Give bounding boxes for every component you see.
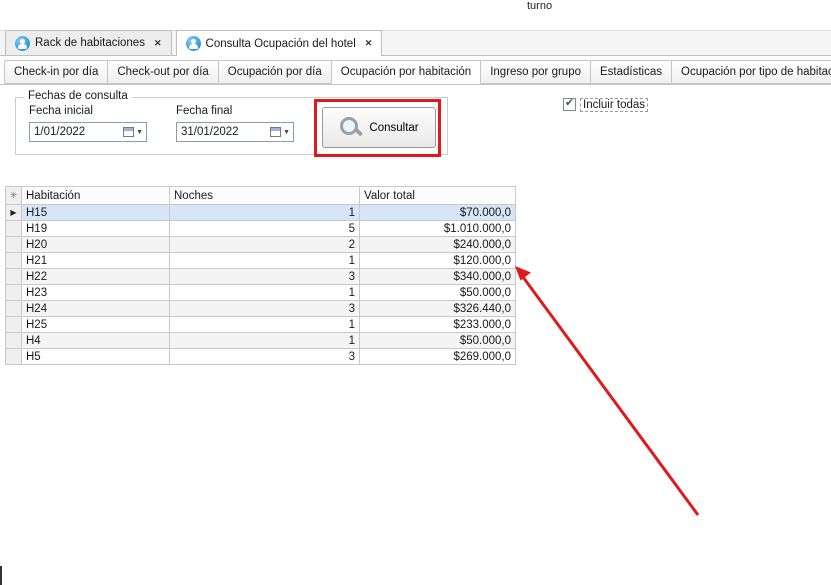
cell-valor-total[interactable]: $240.000,0 bbox=[360, 237, 516, 253]
row-selector[interactable] bbox=[6, 221, 22, 237]
cell-habitacion[interactable]: H15 bbox=[22, 205, 170, 221]
cell-valor-total[interactable]: $50.000,0 bbox=[360, 333, 516, 349]
tab-consulta-ocupacion-del-hotel[interactable]: Consulta Ocupación del hotel ✕ bbox=[176, 30, 383, 56]
grid-row-H5[interactable]: H53$269.000,0 bbox=[6, 349, 516, 365]
close-icon[interactable]: ✕ bbox=[365, 38, 373, 49]
fecha-inicial-value: 1/01/2022 bbox=[30, 126, 120, 138]
cell-noches[interactable]: 1 bbox=[170, 317, 360, 333]
report-tab-3[interactable]: Ocupación por habitación bbox=[331, 60, 481, 85]
fechas-de-consulta-group: Fechas de consulta Fecha inicial 1/01/20… bbox=[15, 97, 448, 155]
cell-valor-total[interactable]: $326.440,0 bbox=[360, 301, 516, 317]
report-tab-2[interactable]: Ocupación por día bbox=[218, 60, 332, 84]
group-title: Fechas de consulta bbox=[24, 90, 132, 102]
cell-valor-total[interactable]: $50.000,0 bbox=[360, 285, 516, 301]
document-tab-bar: Rack de habitaciones ✕ Consulta Ocupació… bbox=[0, 30, 831, 56]
cell-noches[interactable]: 2 bbox=[170, 237, 360, 253]
cell-noches[interactable]: 3 bbox=[170, 301, 360, 317]
calendar-dropdown-button[interactable]: ▼ bbox=[120, 123, 146, 141]
cell-habitacion[interactable]: H25 bbox=[22, 317, 170, 333]
row-selector[interactable] bbox=[6, 317, 22, 333]
report-tab-1[interactable]: Check-out por día bbox=[107, 60, 218, 84]
fecha-final-label: Fecha final bbox=[176, 105, 232, 117]
row-selector[interactable] bbox=[6, 253, 22, 269]
chevron-down-icon: ▼ bbox=[283, 129, 290, 136]
cell-habitacion[interactable]: H21 bbox=[22, 253, 170, 269]
cell-valor-total[interactable]: $340.000,0 bbox=[360, 269, 516, 285]
close-icon[interactable]: ✕ bbox=[154, 38, 162, 49]
cell-noches[interactable]: 1 bbox=[170, 205, 360, 221]
cell-valor-total[interactable]: $1.010.000,0 bbox=[360, 221, 516, 237]
report-tab-0[interactable]: Check-in por día bbox=[4, 60, 108, 84]
report-tab-strip: Check-in por díaCheck-out por díaOcupaci… bbox=[0, 60, 831, 85]
grid-row-H4[interactable]: H41$50.000,0 bbox=[6, 333, 516, 349]
cell-noches[interactable]: 1 bbox=[170, 285, 360, 301]
row-selector[interactable] bbox=[6, 349, 22, 365]
grid-row-H25[interactable]: H251$233.000,0 bbox=[6, 317, 516, 333]
column-header-habitacion[interactable]: Habitación bbox=[22, 187, 170, 205]
grid-corner: ✳ bbox=[6, 187, 22, 205]
window-edge-artifact bbox=[0, 566, 2, 585]
column-header-valor-total[interactable]: Valor total bbox=[360, 187, 516, 205]
cell-noches[interactable]: 1 bbox=[170, 253, 360, 269]
row-selector[interactable] bbox=[6, 285, 22, 301]
search-icon bbox=[339, 116, 362, 139]
fecha-final-picker[interactable]: 31/01/2022 ▼ bbox=[176, 122, 294, 142]
cell-habitacion[interactable]: H22 bbox=[22, 269, 170, 285]
grid-row-H24[interactable]: H243$326.440,0 bbox=[6, 301, 516, 317]
hotel-app-icon bbox=[15, 36, 30, 51]
fecha-inicial-picker[interactable]: 1/01/2022 ▼ bbox=[29, 122, 147, 142]
cell-valor-total[interactable]: $70.000,0 bbox=[360, 205, 516, 221]
current-row-marker[interactable]: ▶ bbox=[6, 205, 22, 221]
column-header-noches[interactable]: Noches bbox=[170, 187, 360, 205]
grid-header-row: ✳ Habitación Noches Valor total bbox=[6, 187, 516, 205]
cell-valor-total[interactable]: $233.000,0 bbox=[360, 317, 516, 333]
report-tab-5[interactable]: Estadísticas bbox=[590, 60, 672, 84]
calendar-icon bbox=[270, 127, 281, 137]
partial-menu-text[interactable]: turno bbox=[527, 0, 552, 12]
check-icon: ✔ bbox=[565, 98, 574, 109]
cell-valor-total[interactable]: $269.000,0 bbox=[360, 349, 516, 365]
grid-row-H23[interactable]: H231$50.000,0 bbox=[6, 285, 516, 301]
cell-valor-total[interactable]: $120.000,0 bbox=[360, 253, 516, 269]
tab-label: Rack de habitaciones bbox=[35, 37, 145, 49]
cell-habitacion[interactable]: H20 bbox=[22, 237, 170, 253]
fecha-final-value: 31/01/2022 bbox=[177, 126, 267, 138]
consultar-label: Consultar bbox=[369, 122, 418, 134]
cell-noches[interactable]: 1 bbox=[170, 333, 360, 349]
cell-habitacion[interactable]: H5 bbox=[22, 349, 170, 365]
grid-row-H21[interactable]: H211$120.000,0 bbox=[6, 253, 516, 269]
cell-habitacion[interactable]: H24 bbox=[22, 301, 170, 317]
chevron-down-icon: ▼ bbox=[136, 129, 143, 136]
grid-row-H22[interactable]: H223$340.000,0 bbox=[6, 269, 516, 285]
consultar-button[interactable]: Consultar bbox=[322, 107, 436, 148]
grid-row-H19[interactable]: H195$1.010.000,0 bbox=[6, 221, 516, 237]
row-selector[interactable] bbox=[6, 333, 22, 349]
hotel-app-icon bbox=[186, 36, 201, 51]
row-selector[interactable] bbox=[6, 269, 22, 285]
row-selector[interactable] bbox=[6, 301, 22, 317]
checkbox-box[interactable]: ✔ bbox=[563, 98, 576, 111]
report-tab-6[interactable]: Ocupación por tipo de habitación bbox=[671, 60, 831, 84]
cell-noches[interactable]: 5 bbox=[170, 221, 360, 237]
cell-habitacion[interactable]: H19 bbox=[22, 221, 170, 237]
row-selector[interactable] bbox=[6, 237, 22, 253]
cell-habitacion[interactable]: H23 bbox=[22, 285, 170, 301]
tab-rack-de-habitaciones[interactable]: Rack de habitaciones ✕ bbox=[5, 30, 172, 55]
cell-habitacion[interactable]: H4 bbox=[22, 333, 170, 349]
grid-row-H20[interactable]: H202$240.000,0 bbox=[6, 237, 516, 253]
cell-noches[interactable]: 3 bbox=[170, 349, 360, 365]
report-tab-4[interactable]: Ingreso por grupo bbox=[480, 60, 591, 84]
tab-label: Consulta Ocupación del hotel bbox=[206, 38, 356, 50]
incluir-todas-label: Incluir todas bbox=[580, 98, 648, 112]
incluir-todas-checkbox[interactable]: ✔ Incluir todas bbox=[563, 97, 648, 112]
grid-row-H15[interactable]: ▶H151$70.000,0 bbox=[6, 205, 516, 221]
calendar-dropdown-button[interactable]: ▼ bbox=[267, 123, 293, 141]
cell-noches[interactable]: 3 bbox=[170, 269, 360, 285]
fecha-inicial-label: Fecha inicial bbox=[29, 105, 93, 117]
occupancy-grid: ✳ Habitación Noches Valor total ▶H151$70… bbox=[5, 186, 516, 365]
top-menu-strip: turno bbox=[0, 0, 831, 30]
app-window: turno Rack de habitaciones ✕ Consulta Oc… bbox=[0, 0, 831, 585]
calendar-icon bbox=[123, 127, 134, 137]
